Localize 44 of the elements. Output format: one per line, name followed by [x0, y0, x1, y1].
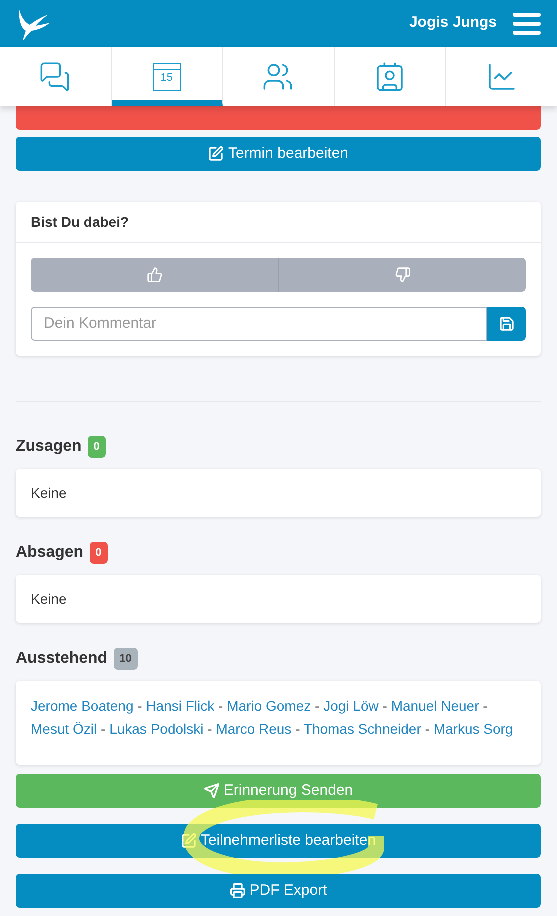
- count-badge: 10: [114, 648, 138, 670]
- member-link[interactable]: Mesut Özil: [31, 721, 98, 737]
- count-badge: 0: [88, 436, 106, 458]
- empty-text: Keine: [31, 591, 67, 607]
- action-button[interactable]: Erinnerung Senden: [16, 774, 541, 808]
- section-title: Ausstehend: [16, 649, 108, 669]
- section-title: Absagen: [16, 543, 84, 563]
- separator: -: [101, 721, 106, 737]
- calendar-icon: 15: [152, 62, 181, 90]
- edit-icon: [208, 146, 224, 162]
- separator: -: [218, 698, 224, 714]
- member-link[interactable]: Thomas Schneider: [304, 721, 422, 737]
- separator: -: [296, 721, 300, 737]
- separator: -: [315, 698, 320, 714]
- paper-plane-icon: [204, 783, 220, 799]
- team-name: Jogis Jungs: [409, 13, 497, 34]
- member-link[interactable]: Marco Reus: [216, 721, 292, 737]
- separator: -: [483, 698, 488, 714]
- comment-field[interactable]: Dein Kommentar: [31, 307, 487, 341]
- separator: -: [382, 698, 388, 714]
- member-link[interactable]: Jogi Löw: [324, 698, 379, 714]
- action-button[interactable]: PDF Export: [16, 874, 541, 908]
- member-link[interactable]: Markus Sorg: [434, 721, 514, 737]
- menu-icon[interactable]: [513, 12, 541, 36]
- printer-icon: [230, 883, 246, 899]
- delete-button[interactable]: [16, 106, 541, 130]
- member-link[interactable]: Jerome Boateng: [31, 698, 134, 714]
- thumbs-up-icon: [146, 267, 162, 283]
- separator: -: [208, 721, 212, 737]
- separator: -: [138, 698, 142, 714]
- separator: -: [425, 721, 430, 737]
- save-icon: [498, 316, 514, 332]
- card-title: Bist Du dabei?: [31, 212, 130, 232]
- count-badge: 0: [90, 542, 108, 564]
- member-link[interactable]: Hansi Flick: [146, 698, 215, 714]
- section-title: Zusagen: [16, 437, 82, 457]
- save-button[interactable]: [487, 307, 526, 341]
- empty-text: Keine: [31, 485, 67, 501]
- action-button[interactable]: Termin bearbeiten: [16, 137, 541, 171]
- member-link[interactable]: Manuel Neuer: [391, 698, 480, 714]
- thumbs-down-icon: [394, 267, 410, 283]
- chat-icon: [39, 60, 72, 92]
- member-link[interactable]: Mario Gomez: [227, 698, 312, 714]
- member-link[interactable]: Lukas Podolski: [110, 721, 204, 737]
